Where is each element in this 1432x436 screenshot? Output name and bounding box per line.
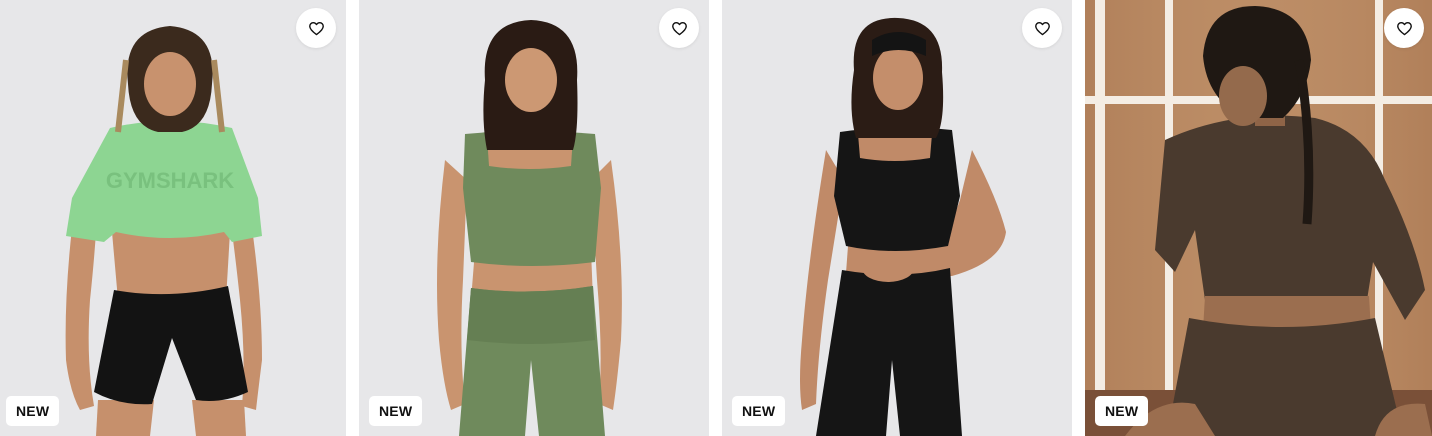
product-photo (437, 20, 622, 436)
svg-text:GYMSHARK: GYMSHARK (106, 168, 234, 193)
heart-outline-icon (308, 21, 324, 35)
wishlist-button[interactable] (1384, 8, 1424, 48)
heart-outline-icon (1396, 21, 1412, 35)
product-photo (1085, 0, 1432, 436)
wishlist-button[interactable] (1022, 8, 1062, 48)
product-card-2[interactable]: NEW (359, 0, 709, 436)
product-card-1[interactable]: GYMSHARK NEW (0, 0, 346, 436)
heart-outline-icon (671, 21, 687, 35)
product-card-4[interactable]: NEW (1085, 0, 1432, 436)
wishlist-button[interactable] (296, 8, 336, 48)
new-badge: NEW (369, 396, 423, 426)
new-badge: NEW (1095, 396, 1149, 426)
product-photo (800, 17, 1006, 436)
product-card-3[interactable]: NEW (722, 0, 1072, 436)
product-image-row: GYMSHARK NEW NEW NEW NEW (0, 0, 1432, 436)
wishlist-button[interactable] (659, 8, 699, 48)
heart-outline-icon (1034, 21, 1050, 35)
new-badge: NEW (6, 396, 60, 426)
product-photo: GYMSHARK (65, 26, 262, 436)
new-badge: NEW (732, 396, 786, 426)
